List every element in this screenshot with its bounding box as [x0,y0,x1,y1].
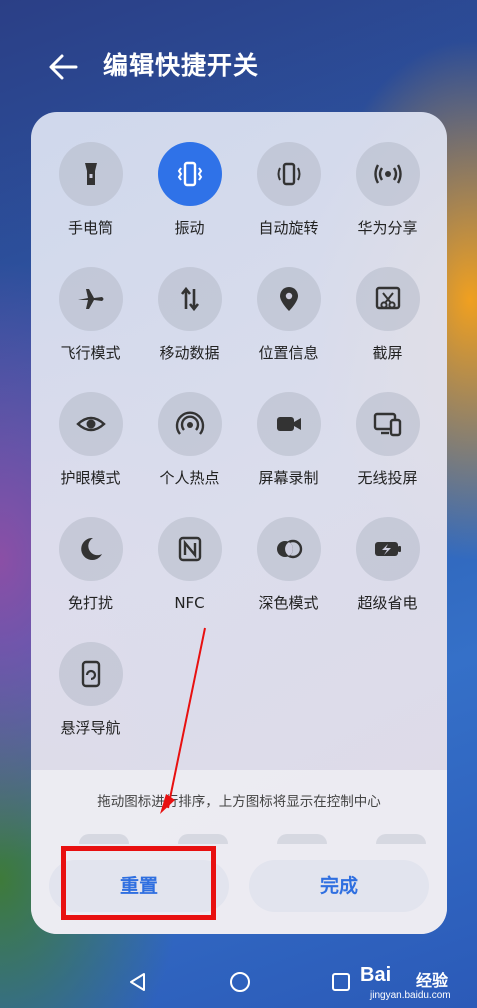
baidu-jingyan-watermark: Bai 经验 jingyan.baidu.com [360,964,472,1004]
nav-home-button[interactable] [228,970,252,994]
nav-recent-button[interactable] [330,971,352,993]
triangle-back-icon [130,973,145,991]
system-nav-bar: Bai 经验 jingyan.baidu.com [0,958,477,1008]
watermark-logo: Bai [360,964,392,986]
watermark-text: 经验 [416,971,449,990]
square-recent-icon [332,973,350,991]
annotation-highlight-box [61,846,216,920]
watermark-url: jingyan.baidu.com [370,990,451,1001]
circle-home-icon [230,972,250,992]
nav-back-button[interactable] [126,970,150,994]
